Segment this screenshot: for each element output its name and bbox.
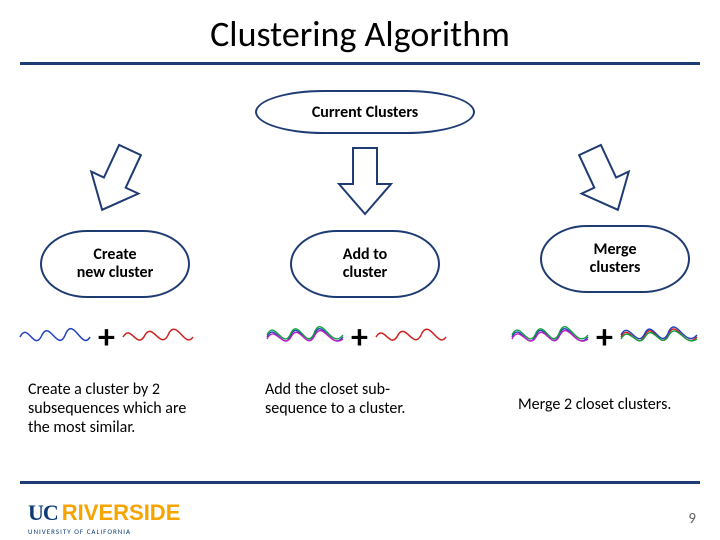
pill-create-l1: Create [93,246,136,264]
logo-uc-text: UC [28,500,58,526]
plus-icon: + [96,317,117,358]
pill-merge-l1: Merge [593,241,636,259]
desc-merge: Merge 2 closet clusters. [518,395,698,414]
wave-cluster-icon [619,315,699,359]
logo-riverside-text: RIVERSIDE [62,500,181,526]
desc-add: Add the closet sub-sequence to a cluster… [265,380,445,418]
wave-single-red-icon [121,315,195,359]
wave-single-red-icon [374,315,448,359]
desc-create: Create a cluster by 2 subsequences which… [28,380,208,438]
footer-underline [20,481,700,484]
pill-add-l2: cluster [343,264,388,282]
plus-icon: + [594,317,615,358]
wave-cluster-icon [265,315,345,359]
pill-add-l1: Add to [343,246,387,264]
illust-create: + [18,315,195,359]
pill-create-l2: new cluster [77,264,154,282]
pill-merge-clusters: Merge clusters [540,225,690,293]
uc-riverside-logo: UC RIVERSIDE [28,500,180,526]
wave-single-blue-icon [18,315,92,359]
wave-cluster-icon [510,315,590,359]
logo-subtext: UNIVERSITY OF CALIFORNIA [28,527,131,536]
pill-create-new-cluster: Create new cluster [40,230,190,298]
pill-merge-l2: clusters [590,259,641,277]
page-number: 9 [688,510,696,528]
illust-add: + [265,315,448,359]
plus-icon: + [349,317,370,358]
pill-add-to-cluster: Add to cluster [290,230,440,298]
illust-merge: + [510,315,699,359]
